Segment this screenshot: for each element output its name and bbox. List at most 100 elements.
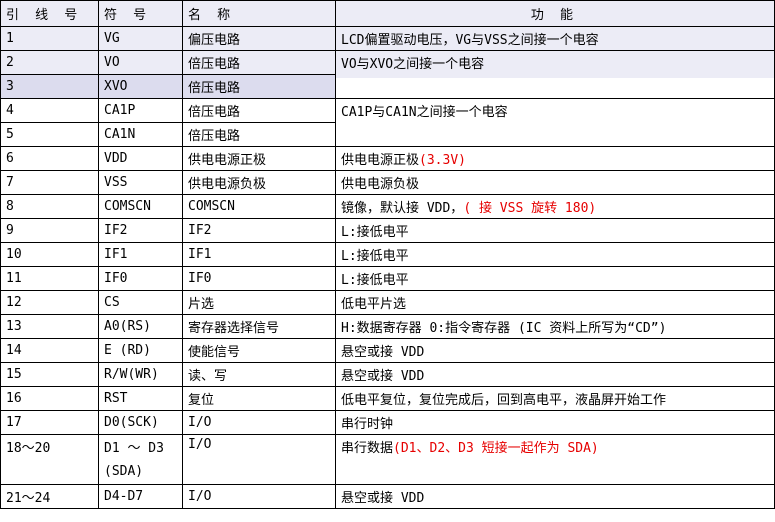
function-text: 供电电源正极: [341, 153, 420, 168]
table-row: 9 IF2 IF2 L:接低电平: [0, 218, 775, 243]
name-cell: 供电电源负极: [182, 170, 336, 195]
function-text: 镜像，默认接 VDD，: [341, 201, 464, 216]
name-cell: IF0: [182, 266, 336, 291]
pin-cell: 3: [0, 74, 99, 99]
symbol-cell: IF2: [98, 218, 183, 243]
function-cell: 供电电源正极(3.3V): [335, 146, 775, 171]
table-row: 11 IF0 IF0 L:接低电平: [0, 266, 775, 291]
symbol-cell: E (RD): [98, 338, 183, 363]
header-row: 引 线 号 符 号 名 称 功 能: [0, 0, 775, 27]
header-pin: 引 线 号: [0, 0, 99, 27]
pin-cell: 10: [0, 242, 99, 267]
symbol-line: D1 ～ D3: [104, 441, 164, 456]
name-cell: 片选: [182, 290, 336, 315]
pin-cell: 13: [0, 314, 99, 339]
symbol-cell: D0(SCK): [98, 410, 183, 435]
sda-note: (D1、D2、D3 短接一起作为 SDA): [393, 441, 599, 456]
name-cell: 倍压电路: [182, 98, 336, 123]
name-cell: 倍压电路: [182, 122, 336, 147]
table-row: 7 VSS 供电电源负极 供电电源负极: [0, 170, 775, 195]
name-cell: IF1: [182, 242, 336, 267]
table-row: 18～20 D1 ～ D3 (SDA) I/O 串行数据(D1、D2、D3 短接一…: [0, 434, 775, 485]
symbol-cell: D4-D7: [98, 484, 183, 509]
table-row: 1 VG 偏压电路 LCD偏置驱动电压，VG与VSS之间接一个电容: [0, 26, 775, 51]
symbol-cell: RST: [98, 386, 183, 411]
pin-cell: 17: [0, 410, 99, 435]
symbol-cell: A0(RS): [98, 314, 183, 339]
function-text: 串行数据: [341, 441, 394, 456]
function-cell: 镜像，默认接 VDD，( 接 VSS 旋转 180): [335, 194, 775, 219]
header-symbol: 符 号: [98, 0, 183, 27]
pin-cell: 18～20: [0, 434, 99, 485]
function-cell: 悬空或接 VDD: [335, 484, 775, 509]
symbol-cell: R/W(WR): [98, 362, 183, 387]
function-cell: 低电平片选: [335, 290, 775, 315]
pin-cell: 12: [0, 290, 99, 315]
table-row: 14 E (RD) 使能信号 悬空或接 VDD: [0, 338, 775, 363]
name-cell: COMSCN: [182, 194, 336, 219]
pin-cell: 15: [0, 362, 99, 387]
pin-table: 引 线 号 符 号 名 称 功 能 1 VG 偏压电路 LCD偏置驱动电压，VG…: [0, 0, 775, 509]
function-cell: CA1P与CA1N之间接一个电容: [335, 98, 775, 147]
pin-cell: 14: [0, 338, 99, 363]
pin-cell: 4: [0, 98, 99, 123]
table-row: 10 IF1 IF1 L:接低电平: [0, 242, 775, 267]
symbol-cell: CS: [98, 290, 183, 315]
function-cell: 悬空或接 VDD: [335, 362, 775, 387]
symbol-cell: COMSCN: [98, 194, 183, 219]
header-function: 功 能: [335, 0, 775, 27]
table-row: 21～24 D4-D7 I/O 悬空或接 VDD: [0, 484, 775, 509]
name-cell: 复位: [182, 386, 336, 411]
voltage-note: (3.3V): [419, 153, 466, 168]
table-row: 13 A0(RS) 寄存器选择信号 H:数据寄存器 0:指令寄存器 (IC 资料…: [0, 314, 775, 339]
name-cell: IF2: [182, 218, 336, 243]
table-row: 6 VDD 供电电源正极 供电电源正极(3.3V): [0, 146, 775, 171]
function-cell: L:接低电平: [335, 242, 775, 267]
function-cell: 低电平复位，复位完成后，回到高电平，液晶屏开始工作: [335, 386, 775, 411]
function-cell: 悬空或接 VDD: [335, 338, 775, 363]
name-cell: 使能信号: [182, 338, 336, 363]
symbol-cell: XVO: [98, 74, 183, 99]
symbol-cell: CA1N: [98, 122, 183, 147]
table-row: 15 R/W(WR) 读、写 悬空或接 VDD: [0, 362, 775, 387]
name-cell: 倍压电路: [182, 74, 336, 99]
function-cell: 串行数据(D1、D2、D3 短接一起作为 SDA): [335, 434, 775, 485]
table-row: 12 CS 片选 低电平片选: [0, 290, 775, 315]
pin-cell: 6: [0, 146, 99, 171]
name-cell: 寄存器选择信号: [182, 314, 336, 339]
function-cell: 串行时钟: [335, 410, 775, 435]
table-row: 17 D0(SCK) I/O 串行时钟: [0, 410, 775, 435]
symbol-cell: IF1: [98, 242, 183, 267]
name-cell: 供电电源正极: [182, 146, 336, 171]
name-cell: I/O: [182, 434, 336, 485]
symbol-cell: VSS: [98, 170, 183, 195]
symbol-cell: VDD: [98, 146, 183, 171]
rotation-note: ( 接 VSS 旋转 180): [463, 201, 597, 216]
pin-cell: 7: [0, 170, 99, 195]
function-cell: L:接低电平: [335, 218, 775, 243]
pin-cell: 21～24: [0, 484, 99, 509]
symbol-cell: VO: [98, 50, 183, 75]
pin-cell: 9: [0, 218, 99, 243]
table-row: 2 VO 倍压电路 VO与XVO之间接一个电容: [0, 50, 775, 99]
name-cell: I/O: [182, 410, 336, 435]
pin-cell: 1: [0, 26, 99, 51]
name-cell: 偏压电路: [182, 26, 336, 51]
name-cell: 倍压电路: [182, 50, 336, 75]
table-row: 4 CA1P 倍压电路 CA1P与CA1N之间接一个电容: [0, 98, 775, 147]
pin-cell: 8: [0, 194, 99, 219]
function-cell: 供电电源负极: [335, 170, 775, 195]
function-cell: H:数据寄存器 0:指令寄存器 (IC 资料上所写为“CD”): [335, 314, 775, 339]
function-cell: L:接低电平: [335, 266, 775, 291]
header-name: 名 称: [182, 0, 336, 27]
pin-cell: 11: [0, 266, 99, 291]
function-cell: VO与XVO之间接一个电容: [335, 50, 775, 99]
pin-cell: 2: [0, 50, 99, 75]
name-cell: 读、写: [182, 362, 336, 387]
table-row: 16 RST 复位 低电平复位，复位完成后，回到高电平，液晶屏开始工作: [0, 386, 775, 411]
symbol-cell: D1 ～ D3 (SDA): [98, 434, 183, 485]
symbol-cell: VG: [98, 26, 183, 51]
symbol-cell: CA1P: [98, 98, 183, 123]
pin-cell: 5: [0, 122, 99, 147]
table-row: 8 COMSCN COMSCN 镜像，默认接 VDD，( 接 VSS 旋转 18…: [0, 194, 775, 219]
